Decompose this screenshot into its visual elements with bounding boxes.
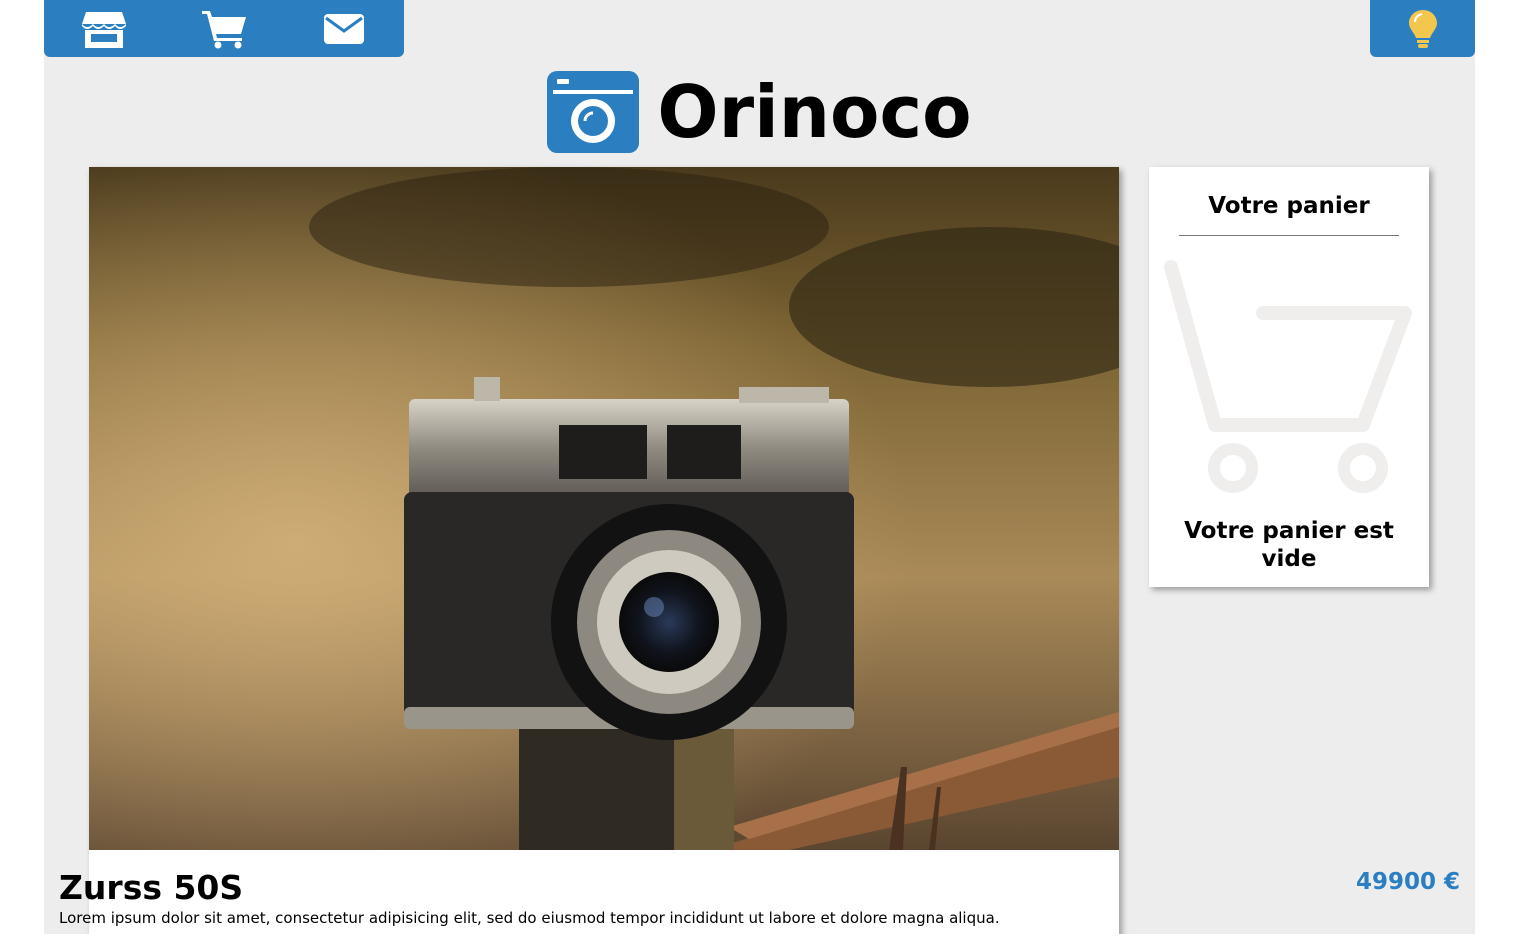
top-navbar xyxy=(44,0,404,57)
product-price: 49900 € xyxy=(1355,869,1460,895)
product-description: Lorem ipsum dolor sit amet, consectetur … xyxy=(59,909,1000,927)
shopping-cart-icon xyxy=(202,10,246,48)
brand-header: Orinoco xyxy=(44,70,1475,154)
cart-empty-message: Votre panier est vide xyxy=(1184,518,1394,572)
store-icon xyxy=(82,11,126,48)
nav-contact-button[interactable] xyxy=(314,4,374,54)
page: Orinoco Zurss 50S 49900 € Lorem ipsum do… xyxy=(44,0,1475,934)
product-card[interactable] xyxy=(89,167,1119,934)
lightbulb-icon xyxy=(1408,9,1437,48)
empty-cart-icon xyxy=(1164,260,1412,493)
theme-toggle-button[interactable] xyxy=(1370,0,1475,57)
site-title: Orinoco xyxy=(657,70,972,154)
envelope-icon xyxy=(324,13,364,44)
camera-icon xyxy=(547,71,640,153)
cart-title: Votre panier xyxy=(1208,193,1370,219)
cart-divider xyxy=(1179,235,1399,236)
cart-panel: Votre panier Votre panier est vide xyxy=(1149,167,1429,587)
product-photo[interactable] xyxy=(89,167,1119,850)
nav-store-button[interactable] xyxy=(74,4,134,54)
nav-cart-button[interactable] xyxy=(194,4,254,54)
product-name: Zurss 50S xyxy=(59,868,244,907)
